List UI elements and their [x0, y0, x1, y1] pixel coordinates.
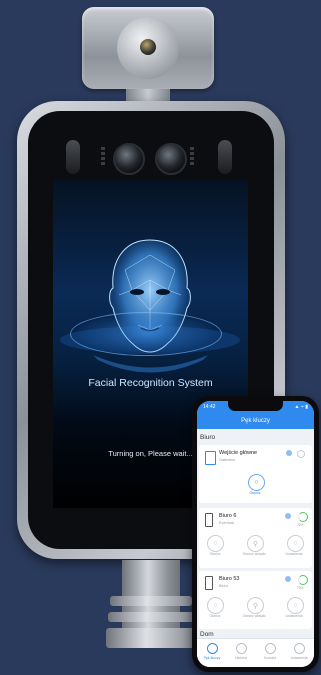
phone-notch [228, 401, 283, 411]
action-label: Otwórz [209, 552, 221, 556]
status-icons: ▲ ⌁ ▮ [294, 404, 309, 410]
unlock-button[interactable]: ○ [248, 474, 265, 491]
device-subtitle: Biuro [219, 584, 228, 588]
battery-level: 70% [297, 523, 304, 527]
device-card[interactable]: Biuro 6 Eventual 70% ○ Otwórz ⚲ Otwórz w… [199, 508, 312, 568]
action-label: Otwórz [209, 614, 221, 618]
door-icon [205, 451, 216, 465]
device-name: Biuro 53 [219, 576, 240, 582]
section-title: Biuro [200, 434, 216, 441]
scan-base-ring [70, 312, 222, 356]
tab-history[interactable]: Historia [227, 643, 255, 660]
ir-light-right-icon [218, 140, 232, 174]
lock-device-icon [205, 513, 213, 527]
battery-ring-icon [298, 575, 308, 585]
status-time: 14:42 [203, 404, 216, 410]
action-label: Ustawienia [285, 552, 303, 556]
stand-ridge [110, 596, 192, 606]
lock-device-icon [205, 576, 213, 590]
contact-icon [264, 643, 276, 654]
tab-bar: Pęk kluczy Historia Kontakt Ustawienia [197, 638, 314, 667]
device-subtitle: Eventual [219, 521, 234, 525]
device-card[interactable]: Wejście główne Gateview ○ Otwórz [199, 445, 312, 503]
section-title: Dom [200, 631, 214, 638]
tab-contact[interactable]: Kontakt [256, 643, 284, 660]
stand-base [106, 628, 196, 648]
gear-icon [293, 643, 305, 654]
settings-gear-icon[interactable] [285, 576, 291, 582]
action-label: Ustawienia [285, 614, 303, 618]
device-card[interactable]: Biuro 53 Biuro 70% ○ Otwórz ⚲ Otwórz wkr… [199, 571, 312, 629]
nav-bar: Pęk kluczy [197, 413, 314, 429]
unlock-button[interactable]: ○ [207, 535, 224, 552]
unlock-button[interactable]: ○ [207, 597, 224, 614]
device-name: Biuro 6 [219, 513, 237, 519]
lock-icon [206, 643, 218, 654]
action-label: Otwórz wkrętki [242, 614, 266, 618]
battery-level: 70% [297, 586, 304, 590]
device-name: Wejście główne [219, 450, 258, 456]
thermal-lens-icon [140, 39, 156, 55]
camera-lens-right-icon [155, 143, 187, 175]
settings-gear-icon[interactable] [285, 513, 291, 519]
settings-button[interactable]: ○ [287, 535, 304, 552]
tab-settings[interactable]: Ustawienia [285, 643, 313, 660]
unlock-label: Otwórz [249, 491, 261, 495]
key-button[interactable]: ⚲ [247, 597, 264, 614]
settings-gear-icon[interactable] [286, 450, 292, 456]
action-label: Otwórz wkrętki [242, 552, 266, 556]
tab-label: Ustawienia [290, 656, 308, 660]
screen-title: Facial Recognition System [88, 377, 213, 389]
tab-label: Kontakt [264, 656, 276, 660]
sensor-dots-icon [190, 147, 194, 167]
tab-label: Historia [235, 656, 247, 660]
nav-title: Pęk kluczy [241, 418, 270, 424]
camera-lens-left-icon [113, 143, 145, 175]
sensor-dots-icon [101, 147, 105, 167]
settings-button[interactable]: ○ [287, 597, 304, 614]
tab-label: Pęk kluczy [203, 656, 221, 660]
device-subtitle: Gateview [219, 458, 235, 462]
ir-light-left-icon [66, 140, 80, 174]
key-button[interactable]: ⚲ [247, 535, 264, 552]
tab-keyring[interactable]: Pęk kluczy [198, 643, 226, 660]
stand-ridge [108, 612, 194, 622]
info-icon[interactable] [297, 450, 305, 458]
clock-icon [235, 643, 247, 654]
battery-ring-icon [298, 512, 308, 522]
phone-screen: 14:42 ▲ ⌁ ▮ Pęk kluczy Biuro Wejście głó… [197, 401, 314, 667]
